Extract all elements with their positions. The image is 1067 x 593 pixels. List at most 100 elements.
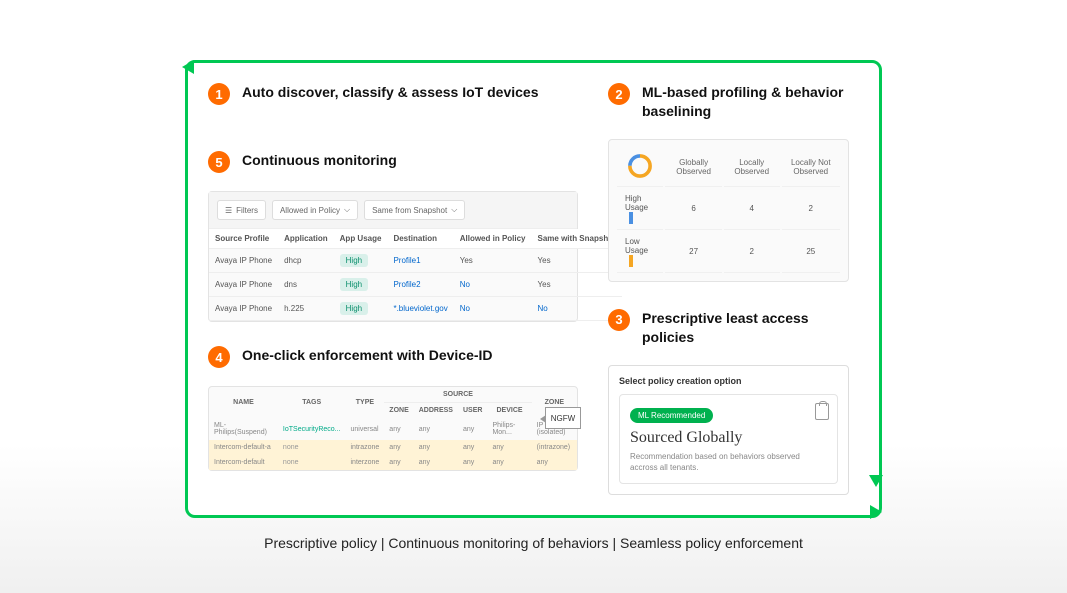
th-allowed[interactable]: Allowed in Policy xyxy=(454,229,532,249)
th-address[interactable]: ADDRESS xyxy=(414,403,458,419)
cell-allowed: No xyxy=(454,273,532,297)
cell: Intercom-default xyxy=(209,455,278,470)
cell: ML-Philips(Suspend) xyxy=(209,418,278,440)
th-tags[interactable]: TAGS xyxy=(278,387,346,418)
left-column: 1 Auto discover, classify & assess IoT d… xyxy=(208,83,578,495)
filters-label: Filters xyxy=(236,206,258,215)
cell-allowed: Yes xyxy=(454,249,532,273)
cell-dest[interactable]: *.blueviolet.gov xyxy=(387,297,453,321)
th-app[interactable]: Application xyxy=(278,229,334,249)
clipboard-icon xyxy=(815,403,829,420)
step-5: 5 Continuous monitoring xyxy=(208,151,578,173)
cell-usage: High xyxy=(334,297,388,321)
cell-app: dns xyxy=(278,273,334,297)
table-row[interactable]: High Usage 6 4 2 xyxy=(617,189,840,230)
cell: any xyxy=(414,440,458,455)
arrow-left-icon xyxy=(870,505,882,519)
step-3: 3 Prescriptive least access policies xyxy=(608,309,849,347)
cell: 4 xyxy=(724,189,780,230)
usage-badge: High xyxy=(340,254,368,267)
policy-title: Sourced Globally xyxy=(630,429,827,447)
th-not[interactable]: Locally Not Observed xyxy=(782,148,840,187)
table-header-row: Source Profile Application App Usage Des… xyxy=(209,229,622,249)
step-3-title: Prescriptive least access policies xyxy=(642,309,849,347)
th-source-group: Source xyxy=(384,387,531,403)
step-2: 2 ML-based profiling & behavior baselini… xyxy=(608,83,849,121)
cell: 25 xyxy=(782,232,840,273)
policy-description: Recommendation based on behaviors observ… xyxy=(630,451,827,473)
filter-row: ☰ Filters Allowed in Policy ⌵ Same from … xyxy=(209,192,577,229)
bar-indicator-icon xyxy=(629,212,633,224)
step-3-badge: 3 xyxy=(608,309,630,331)
usage-badge: High xyxy=(340,278,368,291)
workflow-frame: 1 Auto discover, classify & assess IoT d… xyxy=(185,60,882,518)
ml-recommended-badge: ML Recommended xyxy=(630,408,713,423)
allowed-dropdown-label: Allowed in Policy xyxy=(280,206,340,215)
table-row[interactable]: Intercom-default-a none intrazone any an… xyxy=(209,440,577,455)
allowed-dropdown[interactable]: Allowed in Policy ⌵ xyxy=(272,200,358,220)
cell: 6 xyxy=(665,189,721,230)
usage-badge: High xyxy=(340,302,368,315)
snapshot-dropdown[interactable]: Same from Snapshot ⌵ xyxy=(364,200,465,220)
table-row[interactable]: Avaya IP Phone dns High Profile2 No Yes xyxy=(209,273,622,297)
cell: any xyxy=(414,418,458,440)
th-zone[interactable]: ZONE xyxy=(384,403,413,419)
step-4-badge: 4 xyxy=(208,346,230,368)
policy-option[interactable]: ML Recommended Sourced Globally Recommen… xyxy=(619,394,838,484)
filters-button[interactable]: ☰ Filters xyxy=(217,200,266,220)
cell: (intrazone) xyxy=(532,440,577,455)
cell: any xyxy=(532,455,577,470)
cell: any xyxy=(384,440,413,455)
policy-select-label: Select policy creation option xyxy=(619,376,838,386)
cell: IoTSecurityReco... xyxy=(278,418,346,440)
step-5-badge: 5 xyxy=(208,151,230,173)
enforcement-table: NAME TAGS TYPE Source ZONE ZONE ADDRESS … xyxy=(209,387,577,470)
th-locally[interactable]: Locally Observed xyxy=(724,148,780,187)
table-row[interactable]: Avaya IP Phone h.225 High *.blueviolet.g… xyxy=(209,297,622,321)
cell: 2 xyxy=(724,232,780,273)
cell: any xyxy=(414,455,458,470)
table-row[interactable]: ML-Philips(Suspend) IoTSecurityReco... u… xyxy=(209,418,577,440)
table-row[interactable]: Intercom-default none interzone any any … xyxy=(209,455,577,470)
table-row[interactable]: Low Usage 27 2 25 xyxy=(617,232,840,273)
step-4: 4 One-click enforcement with Device-ID xyxy=(208,346,578,368)
table-row[interactable]: Avaya IP Phone dhcp High Profile1 Yes Ye… xyxy=(209,249,622,273)
cell: universal xyxy=(346,418,385,440)
usage-label: Low Usage xyxy=(617,232,663,273)
cell-usage: High xyxy=(334,273,388,297)
th-name[interactable]: NAME xyxy=(209,387,278,418)
cell-src: Avaya IP Phone xyxy=(209,297,278,321)
th-device[interactable]: DEVICE xyxy=(487,403,531,419)
th-type[interactable]: TYPE xyxy=(346,387,385,418)
chevron-down-icon: ⌵ xyxy=(344,205,350,215)
bar-indicator-icon xyxy=(629,255,633,267)
cell-dest[interactable]: Profile1 xyxy=(387,249,453,273)
th-usage[interactable]: App Usage xyxy=(334,229,388,249)
th-user[interactable]: USER xyxy=(458,403,487,419)
th-source[interactable]: Source Profile xyxy=(209,229,278,249)
cell-app: h.225 xyxy=(278,297,334,321)
cell: Intercom-default-a xyxy=(209,440,278,455)
right-column: 2 ML-based profiling & behavior baselini… xyxy=(608,83,849,495)
ml-table: Globally Observed Locally Observed Local… xyxy=(615,146,842,275)
cell-app: dhcp xyxy=(278,249,334,273)
step-1-badge: 1 xyxy=(208,83,230,105)
step-2-title: ML-based profiling & behavior baselining xyxy=(642,83,849,121)
cell-src: Avaya IP Phone xyxy=(209,249,278,273)
cell: any xyxy=(384,455,413,470)
sections-container: 1 Auto discover, classify & assess IoT d… xyxy=(188,63,879,515)
step-5-title: Continuous monitoring xyxy=(242,151,397,173)
cell: none xyxy=(278,455,346,470)
step-1: 1 Auto discover, classify & assess IoT d… xyxy=(208,83,578,105)
usage-label: High Usage xyxy=(617,189,663,230)
monitoring-panel: ☰ Filters Allowed in Policy ⌵ Same from … xyxy=(208,191,578,322)
caption-text: Prescriptive policy | Continuous monitor… xyxy=(0,535,1067,551)
filter-icon: ☰ xyxy=(225,206,232,215)
donut-icon xyxy=(627,153,653,179)
th-globally[interactable]: Globally Observed xyxy=(665,148,721,187)
monitoring-table: Source Profile Application App Usage Des… xyxy=(209,229,622,321)
cell-dest[interactable]: Profile2 xyxy=(387,273,453,297)
th-dest[interactable]: Destination xyxy=(387,229,453,249)
cell: any xyxy=(458,418,487,440)
cell-allowed: No xyxy=(454,297,532,321)
